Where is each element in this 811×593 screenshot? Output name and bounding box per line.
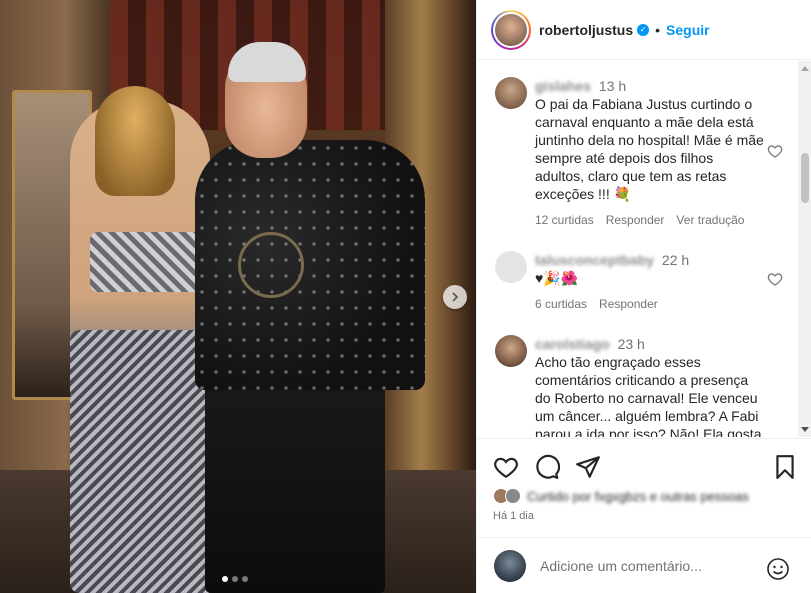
comment-likes[interactable]: 12 curtidas — [535, 213, 594, 227]
comment-time[interactable]: 23 h — [618, 336, 645, 352]
comment-text: O pai da Fabiana Justus curtindo o carna… — [535, 96, 764, 202]
avatar — [494, 549, 526, 582]
post-date[interactable]: Há 1 dia — [493, 510, 534, 522]
comment-username[interactable]: carolstiago — [535, 336, 610, 352]
comment-avatar[interactable] — [495, 251, 527, 283]
post-actions — [477, 438, 811, 492]
carousel-indicator — [222, 576, 248, 582]
comment-text: Acho tão engraçado esses comentários cri… — [535, 354, 762, 437]
post-photo[interactable] — [0, 0, 476, 593]
liker-avatars — [493, 488, 521, 504]
heart-icon[interactable] — [767, 143, 783, 159]
carousel-next-button[interactable] — [443, 285, 467, 309]
carousel-dot — [232, 576, 238, 582]
bookmark-icon[interactable] — [772, 454, 798, 480]
comment-composer — [477, 537, 811, 593]
comment-username[interactable]: talusconceptbaby — [535, 252, 654, 268]
reply-button[interactable]: Responder — [599, 297, 658, 311]
translate-button[interactable]: Ver tradução — [676, 213, 744, 227]
author-username[interactable]: robertoljustus — [539, 22, 633, 38]
comment-time[interactable]: 13 h — [599, 78, 626, 94]
comments-scrollbar[interactable] — [798, 61, 811, 437]
photo-man-pants — [205, 370, 385, 593]
photo-woman-top — [90, 232, 205, 292]
comment-avatar[interactable] — [495, 335, 527, 367]
comment-likes[interactable]: 6 curtidas — [535, 297, 587, 311]
photo-man-shirt — [195, 140, 425, 390]
comments-list[interactable]: gislahes 13 h O pai da Fabiana Justus cu… — [477, 61, 799, 437]
heart-icon[interactable] — [767, 271, 783, 287]
chevron-right-icon — [452, 292, 459, 302]
likes-summary[interactable]: Curtido por fxgxgbzs e outras pessoas — [493, 488, 749, 504]
comment-username[interactable]: gislahes — [535, 78, 591, 94]
post-header: robertoljustus ✓ • Seguir — [477, 0, 811, 60]
carousel-dot — [222, 576, 228, 582]
follow-button[interactable]: Seguir — [666, 22, 710, 38]
comment-avatar[interactable] — [495, 77, 527, 109]
comment-time[interactable]: 22 h — [662, 252, 689, 268]
header-separator: • — [655, 21, 661, 38]
comment-input[interactable] — [540, 557, 760, 574]
photo-woman-hair — [95, 86, 175, 196]
send-icon[interactable] — [575, 454, 601, 480]
post-side-panel: robertoljustus ✓ • Seguir gislahes 13 h … — [476, 0, 811, 593]
carousel-dot — [242, 576, 248, 582]
likes-text[interactable]: Curtido por fxgxgbzs e outras pessoas — [527, 489, 749, 504]
photo-shirt-logo — [238, 232, 304, 298]
scroll-down-arrow[interactable] — [801, 427, 809, 432]
verified-badge-icon: ✓ — [637, 23, 650, 36]
reply-button[interactable]: Responder — [606, 213, 665, 227]
avatar[interactable] — [491, 9, 531, 50]
heart-icon[interactable] — [493, 454, 519, 480]
emoji-icon[interactable] — [766, 557, 790, 581]
comment-icon[interactable] — [534, 454, 560, 480]
scroll-thumb[interactable] — [801, 153, 809, 203]
comment-text: ♥🎉🌺 — [535, 270, 579, 286]
scroll-up-arrow[interactable] — [801, 66, 809, 71]
